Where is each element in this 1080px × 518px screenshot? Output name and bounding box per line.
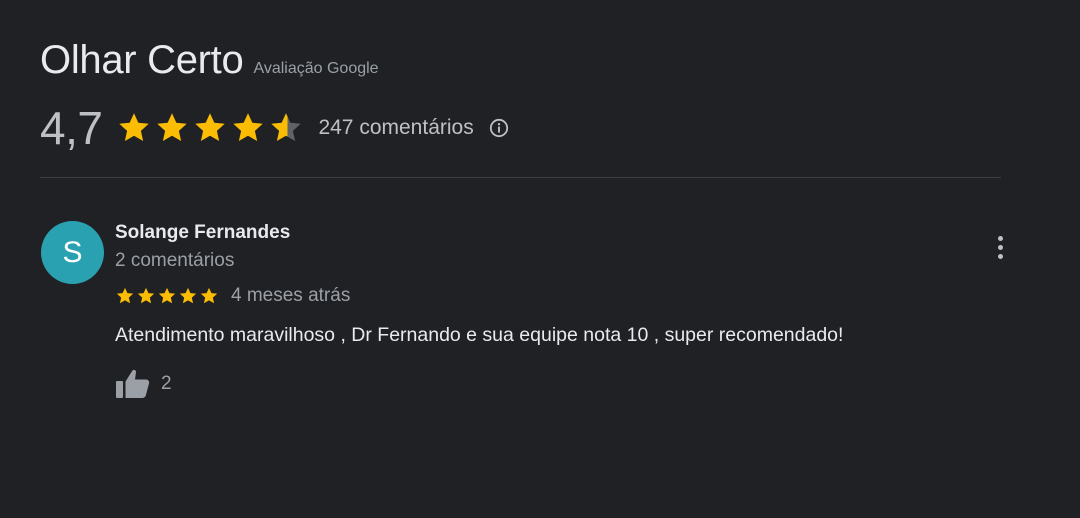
star-icon — [195, 113, 226, 142]
star-icon — [157, 113, 188, 142]
star-icon — [137, 287, 155, 304]
average-rating: 4,7 — [40, 102, 103, 154]
business-name: Olhar Certo — [40, 38, 244, 82]
like-count: 2 — [161, 373, 172, 394]
review-count[interactable]: 247 comentários — [318, 116, 473, 140]
reviewer-name[interactable]: Solange Fernandes — [115, 222, 290, 244]
star-icon — [233, 113, 264, 142]
divider — [40, 177, 1001, 178]
review-stars — [115, 286, 219, 306]
avatar[interactable]: S — [41, 221, 104, 284]
average-rating-stars — [116, 110, 304, 146]
rating-summary: 4,7 247 comentários — [40, 98, 510, 158]
avatar-initial: S — [62, 235, 83, 269]
review-time: 4 meses atrás — [231, 285, 351, 306]
star-icon — [179, 287, 197, 304]
like-row: 2 — [115, 368, 172, 400]
more-options-icon[interactable] — [988, 233, 1012, 261]
star-icon — [200, 287, 218, 304]
star-icon — [119, 113, 150, 142]
star-icon — [271, 113, 302, 142]
review-rating-row: 4 meses atrás — [115, 285, 350, 307]
info-icon[interactable] — [488, 117, 510, 139]
thumbs-up-icon[interactable] — [115, 368, 151, 400]
star-icon — [116, 287, 134, 304]
review-source-label: Avaliação Google — [253, 60, 379, 77]
star-icon — [158, 287, 176, 304]
review-text: Atendimento maravilhoso , Dr Fernando e … — [115, 324, 844, 346]
place-header: Olhar Certo Avaliação Google — [40, 38, 379, 83]
reviewer-review-count: 2 comentários — [115, 250, 235, 271]
